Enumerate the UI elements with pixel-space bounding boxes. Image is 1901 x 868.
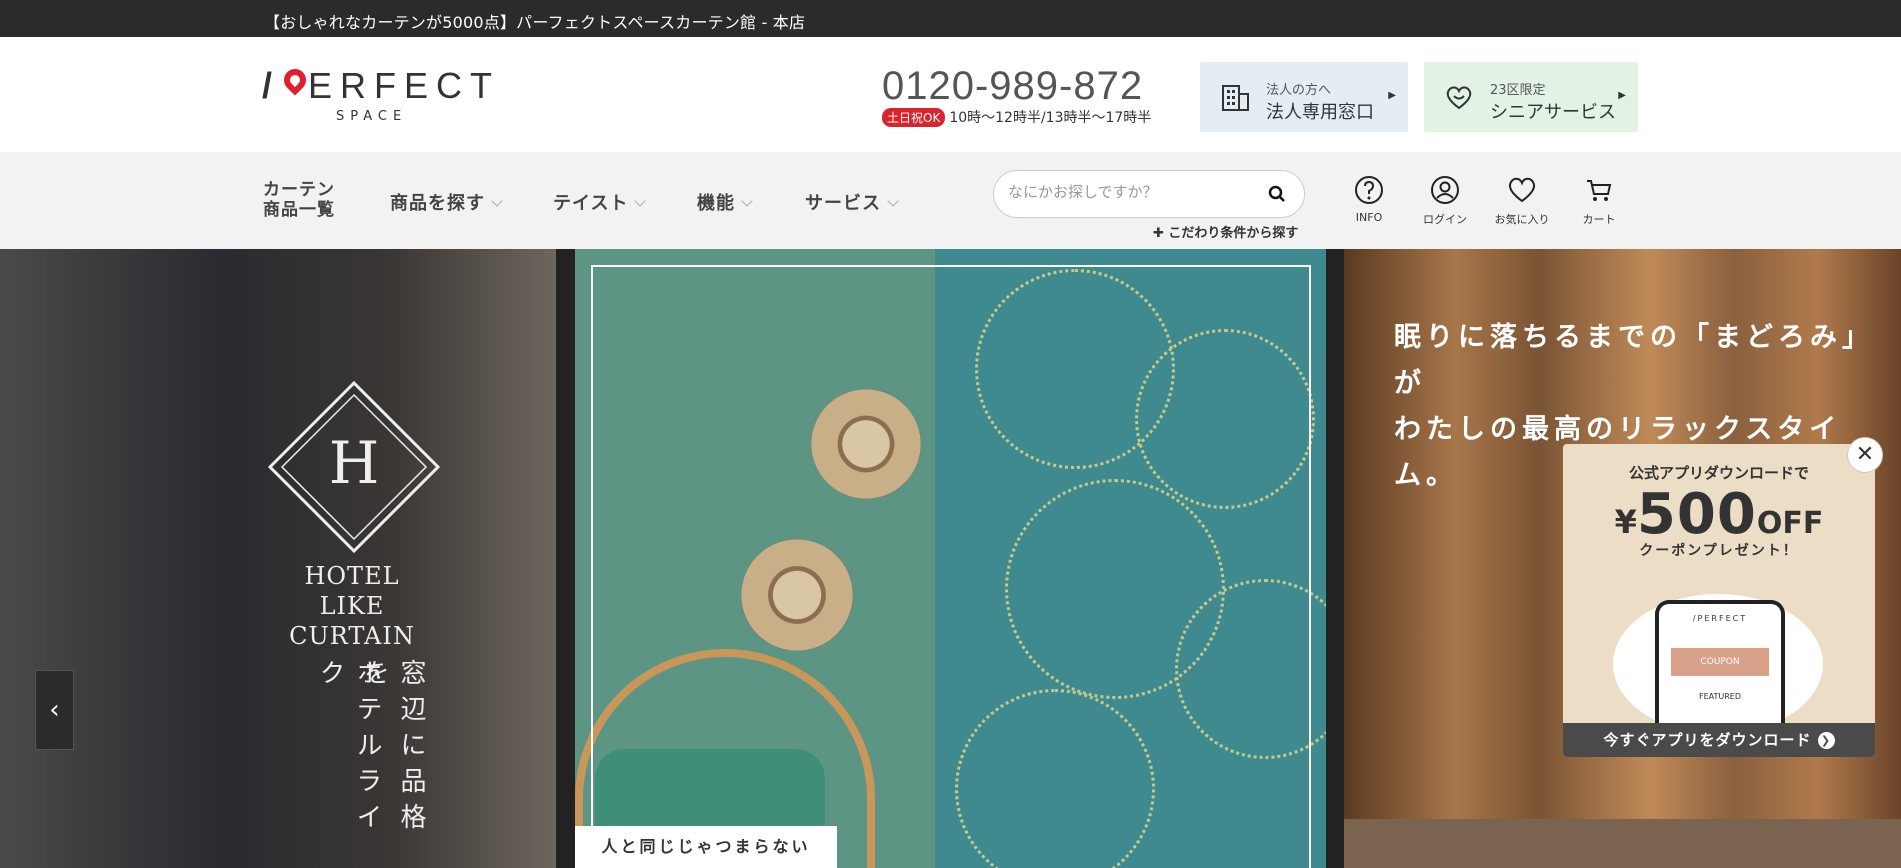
- logo-subtitle: SPACE: [336, 109, 408, 124]
- triangle-right-icon: ▶: [1618, 90, 1626, 101]
- yen-symbol: ¥: [1614, 503, 1637, 541]
- user-icon: [1431, 176, 1459, 204]
- business-hours: 土日祝OK 10時〜12時半/13時半〜17時半: [882, 107, 1151, 127]
- hotel-emblem-letter: H: [328, 429, 380, 497]
- nav-function[interactable]: 機能: [697, 189, 753, 215]
- senior-service-button[interactable]: 23区限定 シニアサービス ▶: [1424, 62, 1638, 132]
- logo-slash: /: [262, 65, 277, 106]
- popup-title: 公式アプリダウンロードで: [1628, 464, 1809, 482]
- main-nav: カーテン 商品一覧 商品を探す テイスト 機能 サービス ✚ こだわり条件から探…: [0, 152, 1901, 249]
- info-label: INFO: [1355, 211, 1383, 224]
- nav-curtain-list[interactable]: カーテン 商品一覧: [263, 180, 335, 220]
- favorites-label: お気に入り: [1494, 213, 1550, 226]
- nav-curtain-list-line1: カーテン: [263, 180, 335, 200]
- site-logo[interactable]: / ERFECT SPACE: [262, 64, 492, 125]
- heart-icon: [1508, 177, 1536, 203]
- announcement-bar: 【おしゃれなカーテンが5000点】パーフェクトスペースカーテン館 - 本店: [0, 0, 1901, 37]
- hotel-like-title-line1: HOTEL LIKE: [304, 562, 400, 620]
- relax-copy-line1: 眠りに落ちるまでの「まどろみ」が: [1394, 322, 1874, 399]
- building-icon: [1222, 85, 1249, 111]
- site-header: / ERFECT SPACE 0120-989-872 土日祝OK 10時〜12…: [0, 37, 1901, 152]
- info-button[interactable]: INFO: [1339, 175, 1399, 224]
- cart-icon: [1587, 180, 1612, 201]
- login-label: ログイン: [1423, 213, 1467, 226]
- hotel-like-title: HOTEL LIKE CURTAIN: [272, 561, 432, 651]
- popup-discount: ¥500OFF: [1563, 482, 1875, 547]
- triangle-right-icon: ▶: [1388, 90, 1396, 101]
- chevron-down-icon: [491, 195, 503, 207]
- location-pin-icon: [279, 64, 311, 96]
- nav-item-label: テイスト: [553, 193, 629, 214]
- search-box: [993, 170, 1305, 218]
- app-download-popup: 公式アプリダウンロードで ¥500OFF クーポンプレゼント！ /PERFECT…: [1563, 444, 1875, 757]
- weekend-badge: 土日祝OK: [882, 107, 946, 127]
- advanced-search-link[interactable]: ✚ こだわり条件から探す: [1153, 222, 1298, 241]
- nav-curtain-list-line2: 商品一覧: [263, 200, 335, 220]
- logo-word: ERFECT: [308, 65, 500, 106]
- senior-small-label: 23区限定: [1490, 83, 1546, 98]
- corporate-small-label: 法人の方へ: [1266, 83, 1332, 98]
- slide-frame: [591, 265, 1311, 868]
- phone-number[interactable]: 0120-989-872: [882, 64, 1143, 109]
- chevron-down-icon: [741, 195, 753, 207]
- phone-logo: /PERFECT: [1692, 614, 1748, 623]
- slide-caption: 人と同じじゃつまらない: [575, 826, 837, 868]
- search-icon[interactable]: [1268, 185, 1286, 203]
- bed-image: [1344, 819, 1901, 868]
- popup-close-button[interactable]: ✕: [1847, 437, 1883, 473]
- cart-button[interactable]: カート: [1569, 175, 1629, 227]
- vertical-copy-2: ホテルライク: [315, 659, 382, 839]
- nav-service[interactable]: サービス: [805, 189, 899, 215]
- hotel-like-title-line2: CURTAIN: [289, 622, 415, 650]
- chevron-down-icon: [887, 195, 899, 207]
- senior-label: シニアサービス: [1490, 102, 1616, 123]
- login-button[interactable]: ログイン: [1415, 175, 1475, 227]
- chevron-down-icon: [634, 195, 647, 207]
- cart-label: カート: [1582, 213, 1616, 226]
- close-icon: ✕: [1855, 442, 1875, 467]
- corporate-contact-button[interactable]: 法人の方へ 法人専用窓口 ▶: [1200, 62, 1408, 132]
- announcement-text: 【おしゃれなカーテンが5000点】パーフェクトスペースカーテン館 - 本店: [264, 13, 806, 32]
- favorites-button[interactable]: お気に入り: [1492, 175, 1552, 227]
- nav-item-label: 機能: [697, 193, 735, 214]
- phone-featured-label: FEATURED: [1698, 692, 1742, 701]
- popup-subtitle: クーポンプレゼント！: [1639, 543, 1799, 559]
- hours-text: 10時〜12時半/13時半〜17時半: [949, 110, 1152, 126]
- discount-amount: 500: [1636, 482, 1757, 547]
- arrow-right-circle-icon: ❯: [1817, 732, 1835, 749]
- phone-coupon-banner: COUPON: [1671, 648, 1769, 676]
- heart-smile-icon: [1446, 86, 1472, 110]
- chevron-left-icon: ‹: [49, 695, 60, 725]
- nav-item-label: サービス: [805, 193, 881, 214]
- question-icon: [1355, 176, 1383, 204]
- nav-item-label: 商品を探す: [390, 193, 485, 214]
- download-label: 今すぐアプリをダウンロード: [1603, 731, 1812, 749]
- search-input[interactable]: [1008, 183, 1248, 201]
- nav-find-products[interactable]: 商品を探す: [390, 189, 503, 215]
- nav-taste[interactable]: テイスト: [553, 189, 647, 215]
- slider-prev-button[interactable]: ‹: [35, 670, 74, 750]
- slide-pattern-curtain[interactable]: [575, 249, 1326, 868]
- discount-off: OFF: [1756, 506, 1824, 541]
- slide-hotel-like[interactable]: H HOTEL LIKE CURTAIN 窓辺に品格を ホテルライク: [0, 249, 556, 868]
- app-download-button[interactable]: 今すぐアプリをダウンロード ❯: [1563, 723, 1875, 757]
- corporate-label: 法人専用窓口: [1266, 102, 1374, 123]
